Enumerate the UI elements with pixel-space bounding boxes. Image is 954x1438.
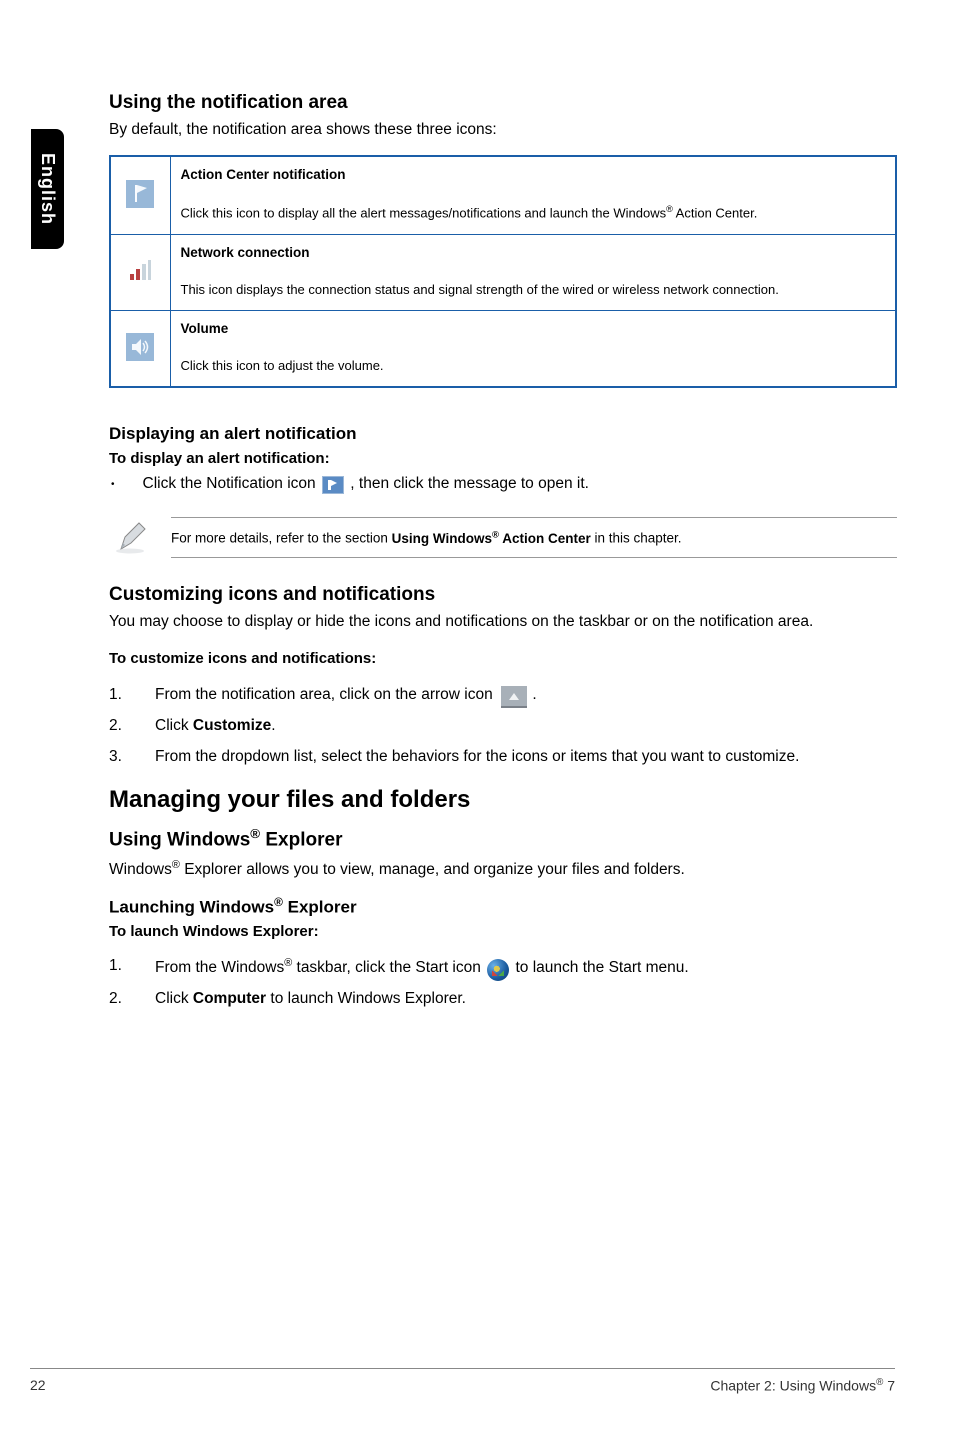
note-box: For more details, refer to the section U… — [115, 517, 897, 558]
table-row: Action Center notification Click this ic… — [110, 156, 896, 234]
list-item: 1. From the notification area, click on … — [109, 685, 897, 706]
pencil-icon — [115, 519, 151, 555]
network-icon-cell — [110, 234, 170, 310]
list-item: 3. From the dropdown list, select the be… — [109, 747, 897, 768]
subheading-launch-explorer: To launch Windows Explorer: — [109, 923, 897, 940]
heading-customizing: Customizing icons and notifications — [109, 584, 897, 606]
list-item: 2. Click Customize. — [109, 716, 897, 737]
volume-desc: Volume Click this icon to adjust the vol… — [170, 310, 896, 387]
page-content: Using the notification area By default, … — [109, 92, 897, 1024]
notification-flag-icon — [322, 476, 344, 494]
heading-notification-area: Using the notification area — [109, 92, 897, 114]
intro-notification-area: By default, the notification area shows … — [109, 120, 897, 141]
page-number: 22 — [30, 1377, 46, 1394]
bullet-click-notification: • Click the Notification icon , then cli… — [109, 475, 897, 493]
bullet-dot: • — [109, 479, 115, 490]
table-row: Network connection This icon displays th… — [110, 234, 896, 310]
subheading-display-alert: To display an alert notification: — [109, 450, 897, 467]
heading-launching-explorer: Launching Windows® Explorer — [109, 895, 897, 918]
subheading-customize: To customize icons and notifications: — [109, 650, 897, 667]
volume-icon — [126, 333, 154, 361]
table-row: Volume Click this icon to adjust the vol… — [110, 310, 896, 387]
page-footer: 22 Chapter 2: Using Windows® 7 — [30, 1368, 895, 1394]
language-tab: English — [31, 129, 64, 249]
action-center-desc: Action Center notification Click this ic… — [170, 156, 896, 234]
chapter-label: Chapter 2: Using Windows® 7 — [710, 1377, 895, 1394]
list-item: 1. From the Windows® taskbar, click the … — [109, 956, 897, 979]
list-item: 2. Click Computer to launch Windows Expl… — [109, 989, 897, 1010]
notification-icons-table: Action Center notification Click this ic… — [109, 155, 897, 388]
volume-icon-cell — [110, 310, 170, 387]
flag-icon — [126, 180, 154, 208]
note-text: For more details, refer to the section U… — [171, 517, 897, 558]
steps-customize: 1. From the notification area, click on … — [109, 685, 897, 768]
heading-display-alert: Displaying an alert notification — [109, 424, 897, 444]
heading-using-explorer: Using Windows® Explorer — [109, 826, 897, 851]
arrow-up-icon — [501, 686, 527, 708]
network-icon — [126, 257, 154, 285]
steps-launch-explorer: 1. From the Windows® taskbar, click the … — [109, 956, 897, 1010]
intro-using-explorer: Windows® Explorer allows you to view, ma… — [109, 858, 897, 881]
heading-managing: Managing your files and folders — [109, 786, 897, 814]
intro-customizing: You may choose to display or hide the ic… — [109, 612, 897, 633]
start-orb-icon — [487, 959, 509, 981]
action-center-icon-cell — [110, 156, 170, 234]
network-desc: Network connection This icon displays th… — [170, 234, 896, 310]
